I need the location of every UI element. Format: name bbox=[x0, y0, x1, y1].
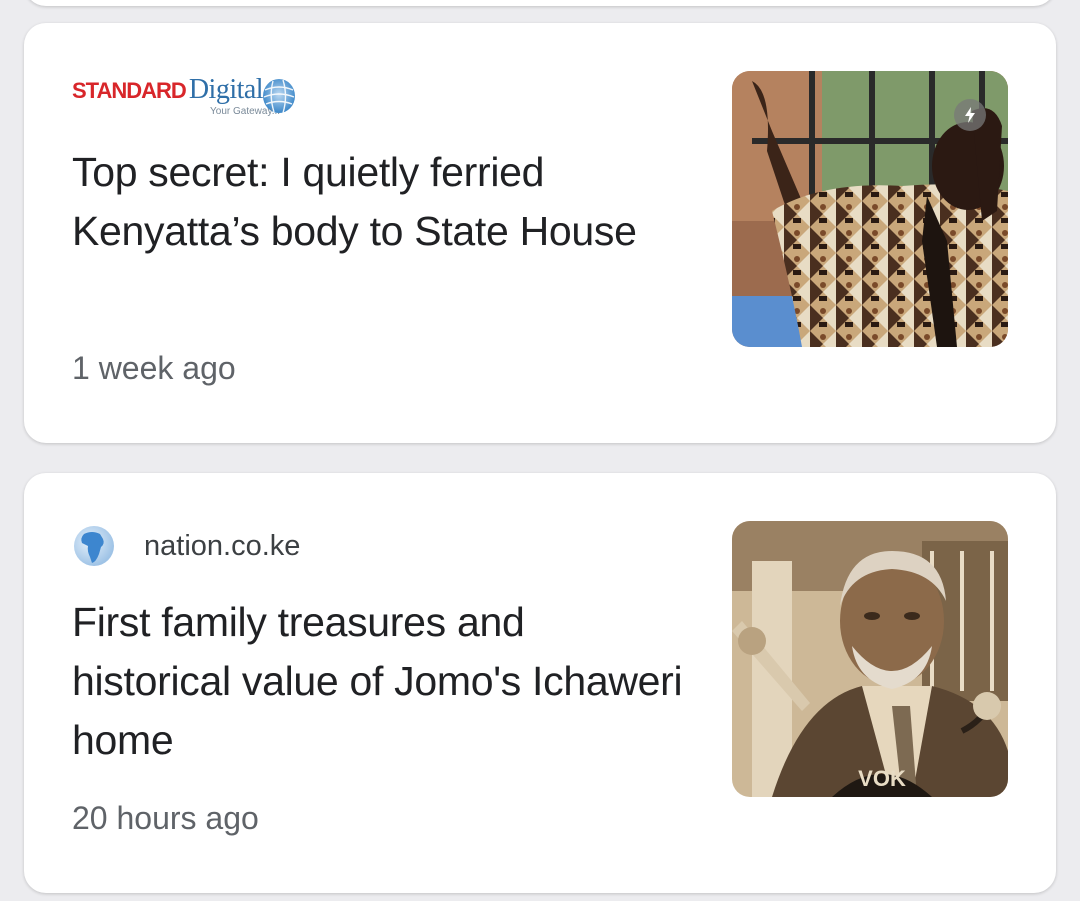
logo-brand-word: STANDARD bbox=[72, 78, 187, 103]
news-card[interactable]: STANDARD Digital Your Gateway... Top sec… bbox=[24, 23, 1056, 443]
previous-card-edge[interactable] bbox=[24, 0, 1056, 6]
article-timestamp: 1 week ago bbox=[72, 350, 236, 386]
mic-label: VOK bbox=[858, 766, 906, 791]
article-thumbnail[interactable]: VOK bbox=[732, 521, 1008, 797]
amp-lightning-icon bbox=[954, 99, 986, 131]
news-card[interactable]: nation.co.ke First family treasures and … bbox=[24, 473, 1056, 893]
article-headline[interactable]: Top secret: I quietly ferried Kenyatta’s… bbox=[72, 143, 692, 261]
article-headline[interactable]: First family treasures and historical va… bbox=[72, 593, 692, 770]
source-name: nation.co.ke bbox=[144, 529, 301, 562]
photo-jomo-kenyatta-sepia-icon: VOK bbox=[732, 521, 1008, 797]
article-thumbnail[interactable] bbox=[732, 71, 1008, 347]
africa-globe-icon bbox=[74, 526, 114, 566]
logo-brand-suffix: Digital bbox=[188, 74, 264, 105]
logo-tagline: Your Gateway... bbox=[210, 106, 281, 117]
source-row: nation.co.ke bbox=[72, 521, 300, 571]
source-row: STANDARD Digital Your Gateway... bbox=[72, 71, 299, 121]
standard-digital-logo: STANDARD Digital Your Gateway... bbox=[72, 74, 299, 118]
article-timestamp: 20 hours ago bbox=[72, 800, 259, 836]
